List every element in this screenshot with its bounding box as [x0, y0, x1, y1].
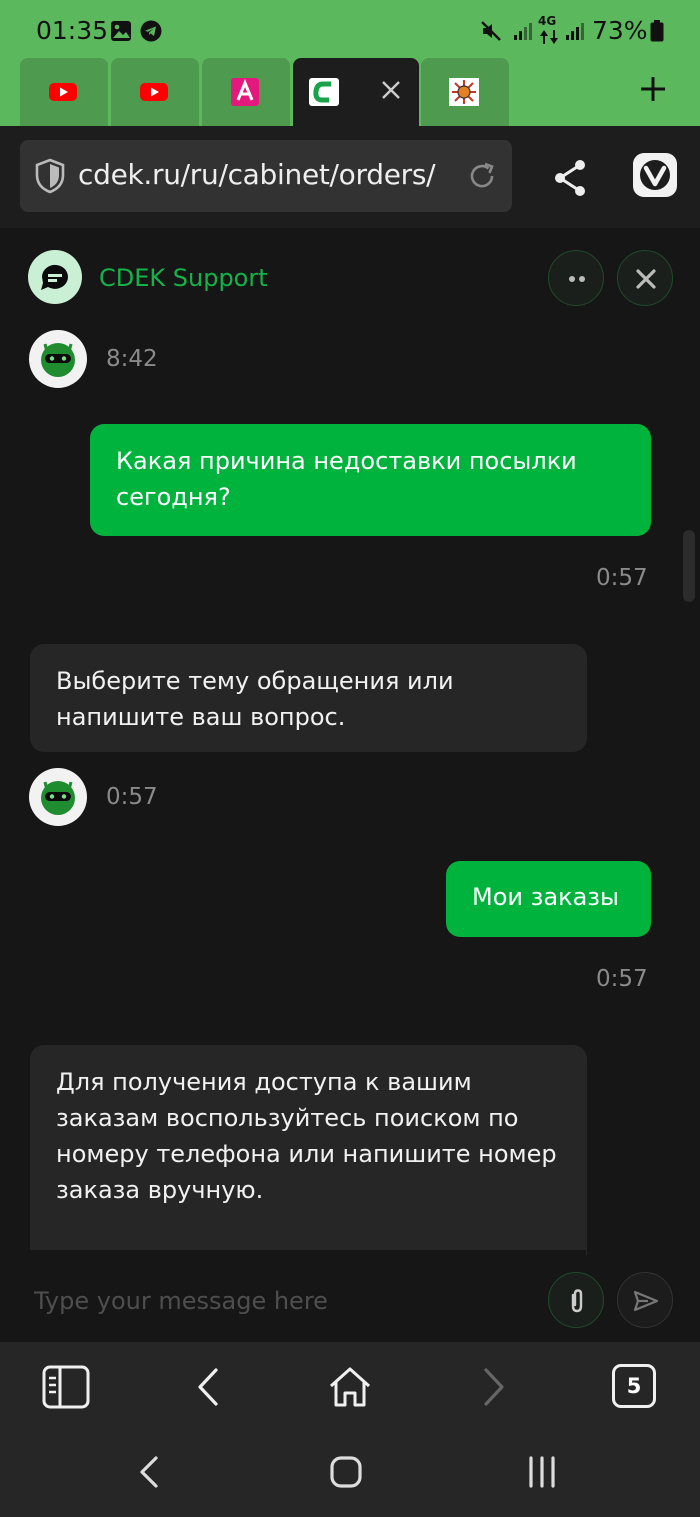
tab-switcher-button[interactable]: 5 — [612, 1364, 656, 1408]
forward-icon[interactable] — [468, 1364, 516, 1410]
browser-bottom-bar: 5 — [0, 1342, 700, 1432]
bot-avatar-icon — [29, 768, 87, 826]
new-tab-icon[interactable] — [638, 74, 668, 104]
address-bar[interactable]: cdek.ru/ru/cabinet/orders/ — [20, 140, 512, 212]
bot-message-bubble: Выберите тему обращения или напишите ваш… — [30, 644, 587, 752]
gallery-icon — [111, 21, 131, 41]
browser-toolbar: cdek.ru/ru/cabinet/orders/ — [0, 126, 700, 228]
tab-youtube-1[interactable] — [20, 58, 108, 126]
user-message-bubble: Мои заказы — [446, 861, 651, 937]
close-tab-icon[interactable] — [379, 78, 403, 102]
user-message-bubble: Какая причина недоставки посылки сегодня… — [90, 424, 651, 536]
message-time: 0:57 — [596, 565, 648, 591]
battery-icon — [650, 20, 664, 42]
tab-alfa[interactable] — [202, 58, 290, 126]
chat-panel: CDEK Support 8:42 Какая причина недостав… — [0, 228, 700, 1342]
alfa-icon — [231, 78, 259, 106]
system-recents-icon[interactable] — [522, 1452, 562, 1492]
paperclip-icon — [571, 1289, 583, 1313]
tab-youtube-2[interactable] — [111, 58, 199, 126]
system-back-icon[interactable] — [130, 1452, 170, 1492]
shield-icon[interactable] — [34, 158, 66, 194]
mute-icon — [481, 21, 501, 41]
system-navigation-bar — [0, 1432, 700, 1517]
bot-message-bubble: Для получения доступа к вашим заказам во… — [30, 1045, 587, 1255]
message-composer — [0, 1258, 700, 1342]
message-input[interactable] — [32, 1282, 512, 1320]
chat-title: CDEK Support — [99, 264, 268, 292]
tab-cdek[interactable] — [293, 58, 419, 126]
chat-close-button[interactable] — [617, 250, 673, 306]
chat-logo-icon — [28, 250, 82, 304]
attach-button[interactable] — [548, 1272, 604, 1328]
send-button[interactable] — [617, 1272, 673, 1328]
close-icon — [636, 269, 656, 289]
telegram-icon — [140, 20, 162, 42]
message-time: 8:42 — [106, 346, 158, 372]
panel-toggle-icon[interactable] — [42, 1364, 90, 1410]
status-bar: 01:35 4G 73% — [0, 0, 700, 58]
bot-avatar-icon — [29, 330, 87, 388]
youtube-icon — [140, 83, 168, 101]
back-icon[interactable] — [186, 1364, 234, 1410]
reload-icon[interactable] — [466, 160, 498, 192]
chat-scrollbar[interactable] — [683, 530, 695, 602]
data-arrows-icon — [540, 30, 558, 44]
clock: 01:35 — [36, 16, 109, 45]
signal-4g-icon — [566, 23, 584, 40]
tab-emblem[interactable] — [421, 58, 509, 126]
send-icon — [633, 1290, 659, 1312]
home-icon[interactable] — [326, 1364, 374, 1410]
cdek-icon — [309, 78, 339, 106]
sun-emblem-icon — [449, 78, 479, 106]
share-icon[interactable] — [552, 158, 588, 198]
network-type: 4G — [538, 14, 557, 28]
battery-percent: 73% — [592, 16, 648, 45]
vivaldi-menu-icon[interactable] — [632, 152, 678, 198]
chat-more-button[interactable] — [548, 250, 604, 306]
url-text: cdek.ru/ru/cabinet/orders/ — [78, 158, 436, 191]
message-time: 0:57 — [596, 966, 648, 992]
more-dots-icon — [569, 276, 585, 282]
youtube-icon — [49, 83, 77, 101]
signal-icon — [514, 23, 532, 40]
system-home-icon[interactable] — [326, 1452, 366, 1492]
tab-strip — [0, 58, 700, 126]
message-time: 0:57 — [106, 784, 158, 810]
